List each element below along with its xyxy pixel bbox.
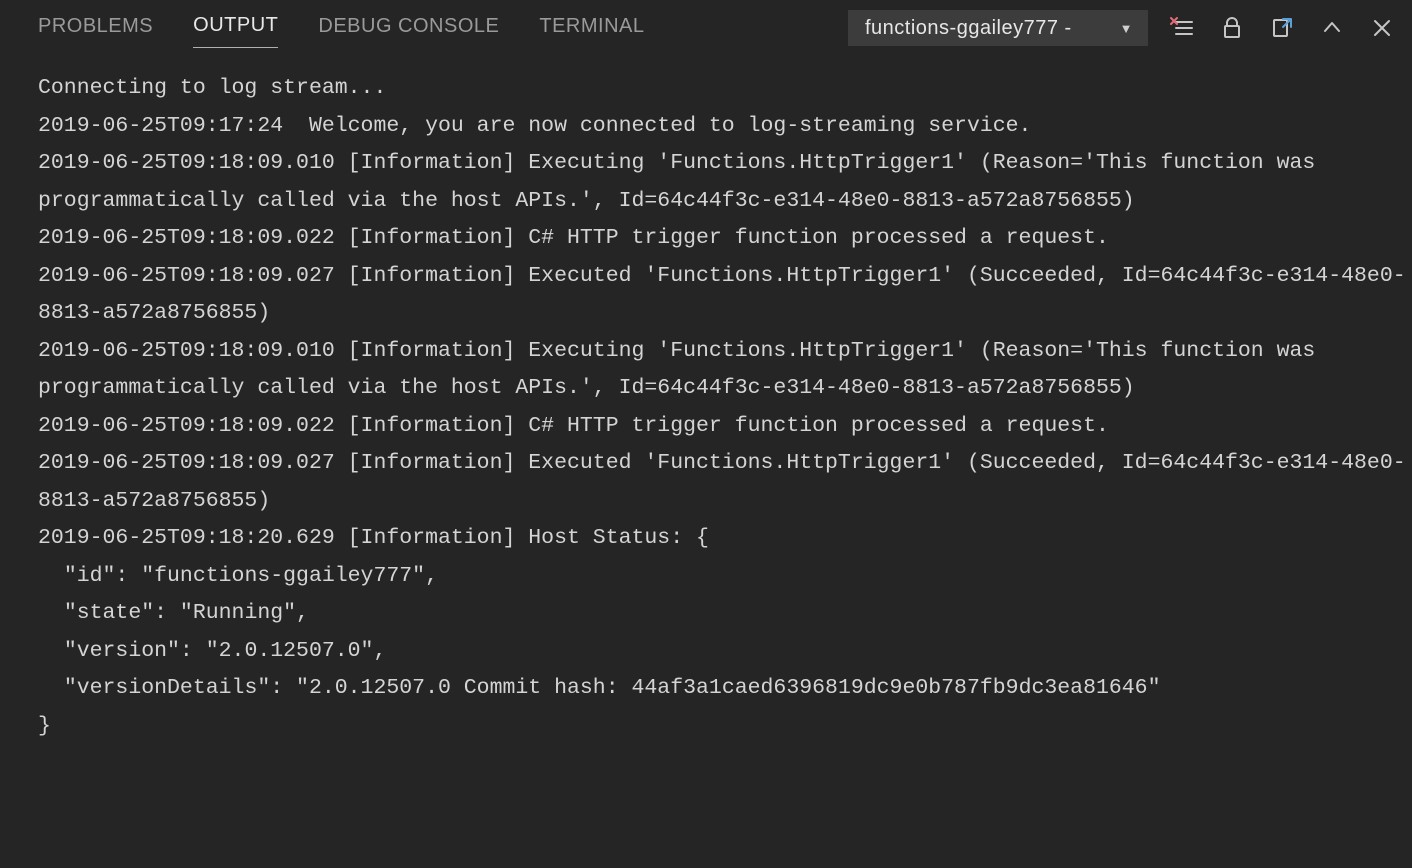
output-channel-dropdown[interactable]: functions-ggailey777 - ▼ <box>848 10 1148 46</box>
tab-terminal[interactable]: TERMINAL <box>539 9 644 48</box>
panel-tabbar: PROBLEMS OUTPUT DEBUG CONSOLE TERMINAL f… <box>0 0 1412 56</box>
output-panel: PROBLEMS OUTPUT DEBUG CONSOLE TERMINAL f… <box>0 0 1412 868</box>
output-log-area[interactable]: Connecting to log stream... 2019-06-25T0… <box>0 56 1412 868</box>
tab-debug-console[interactable]: DEBUG CONSOLE <box>318 9 499 48</box>
tab-problems[interactable]: PROBLEMS <box>38 9 153 48</box>
close-panel-icon[interactable] <box>1370 16 1394 40</box>
lock-scroll-icon[interactable] <box>1220 16 1244 40</box>
panel-action-icons <box>1170 16 1394 40</box>
open-log-file-icon[interactable] <box>1270 16 1294 40</box>
output-channel-selected: functions-ggailey777 - <box>865 17 1072 40</box>
tab-output[interactable]: OUTPUT <box>193 8 278 48</box>
collapse-panel-icon[interactable] <box>1320 16 1344 40</box>
chevron-down-icon: ▼ <box>1120 21 1133 36</box>
clear-output-icon[interactable] <box>1170 16 1194 40</box>
